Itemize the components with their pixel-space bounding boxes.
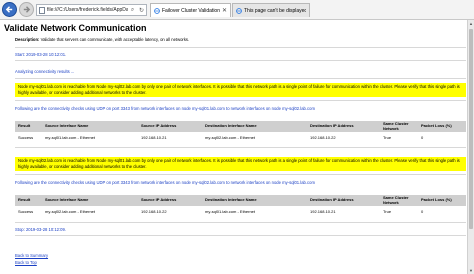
- column-header: Source IP Address: [138, 121, 202, 132]
- destination-interface-cell: my-sql01.lab.com - Ethernet: [205, 208, 256, 214]
- column-header: Result: [15, 195, 42, 206]
- source-interface-cell: my-sql01.lab.com - Ethernet: [45, 134, 96, 140]
- column-header: Packet Loss (%): [418, 121, 466, 132]
- column-header: Packet Loss (%): [418, 195, 466, 206]
- report-content: Validate Network Communication Descripti…: [2, 20, 472, 274]
- connectivity-caption-2: Following are the connectivity checks us…: [15, 180, 315, 185]
- scroll-up-icon[interactable]: ▲: [468, 20, 474, 27]
- column-header: Same Cluster Network: [380, 195, 418, 206]
- ie-icon: [154, 7, 160, 14]
- back-arrow-icon: [5, 6, 13, 13]
- back-to-summary-link[interactable]: Back to Summary: [15, 253, 48, 258]
- destination-ip-cell: 192.168.10.21: [310, 208, 336, 214]
- destination-ip-cell: 192.168.10.22: [310, 134, 336, 140]
- back-button[interactable]: [2, 2, 17, 17]
- table-header-row: Result Source Interface Name Source IP A…: [15, 121, 466, 132]
- source-interface-cell: my-sql02.lab.com - Ethernet: [45, 208, 96, 214]
- divider: [15, 147, 466, 148]
- table-row: Success my-sql01.lab.com - Ethernet 192.…: [15, 132, 466, 142]
- tab-failover-report[interactable]: Failover Cluster Validation R... ✕: [150, 3, 231, 17]
- column-header: Result: [15, 121, 42, 132]
- same-network-cell: True: [383, 134, 392, 140]
- divider: [15, 47, 466, 48]
- table-header-row: Result Source Interface Name Source IP A…: [15, 195, 466, 206]
- browser-toolbar: file:///C:/Users/frederick.fields/AppDat…: [0, 0, 474, 20]
- scrollbar-thumb[interactable]: [469, 29, 473, 229]
- same-network-cell: True: [383, 208, 392, 214]
- page-icon: [39, 6, 45, 14]
- destination-interface-cell: my-sql02.lab.com - Ethernet: [205, 134, 256, 140]
- address-bar[interactable]: file:///C:/Users/frederick.fields/AppDat…: [36, 4, 147, 16]
- divider: [15, 235, 466, 236]
- description-text: Validate that servers can communicate, w…: [39, 37, 190, 42]
- column-header: Source IP Address: [138, 195, 202, 206]
- vertical-scrollbar[interactable]: ▲ ▼: [467, 20, 474, 274]
- search-icon[interactable]: ⌕: [128, 5, 137, 15]
- column-header: Same Cluster Network: [380, 121, 418, 132]
- address-url[interactable]: file:///C:/Users/frederick.fields/AppDat…: [47, 7, 128, 13]
- packet-loss-cell: 0: [421, 134, 424, 140]
- page-title: Validate Network Communication: [4, 23, 147, 33]
- divider: [15, 78, 466, 79]
- refresh-icon[interactable]: ↻: [137, 5, 146, 15]
- connectivity-table-2: Result Source Interface Name Source IP A…: [15, 195, 466, 216]
- column-header: Destination IP Address: [307, 121, 380, 132]
- scroll-down-icon[interactable]: ▼: [468, 267, 474, 274]
- source-ip-cell: 192.168.10.22: [141, 208, 167, 214]
- description-label: Description:: [15, 37, 40, 42]
- tab-label: Failover Cluster Validation R...: [162, 7, 220, 14]
- forward-button[interactable]: [19, 2, 34, 17]
- forward-arrow-icon: [23, 6, 31, 13]
- ie-icon: [236, 7, 242, 14]
- column-header: Source Interface Name: [42, 195, 138, 206]
- result-cell: Success: [18, 208, 34, 214]
- back-to-top-link[interactable]: Back to Top: [15, 260, 37, 265]
- column-header: Destination Interface Name: [202, 121, 307, 132]
- close-icon[interactable]: ✕: [222, 7, 227, 14]
- analyzing-status: Analyzing connectivity results ...: [15, 69, 75, 74]
- start-time: Start: 2019-03-28 10:12:01.: [15, 52, 67, 57]
- column-header: Destination IP Address: [307, 195, 380, 206]
- divider: [15, 222, 466, 223]
- connectivity-caption-1: Following are the connectivity checks us…: [15, 106, 315, 111]
- divider: [15, 100, 466, 101]
- result-cell: Success: [18, 134, 34, 140]
- divider: [15, 60, 466, 61]
- warning-banner-1: Node my-sql01.lab.com is reachable from …: [15, 83, 466, 97]
- table-row: Success my-sql02.lab.com - Ethernet 192.…: [15, 206, 466, 216]
- packet-loss-cell: 0: [421, 208, 424, 214]
- column-header: Destination Interface Name: [202, 195, 307, 206]
- column-header: Source Interface Name: [42, 121, 138, 132]
- tab-label: This page can't be displayed: [244, 7, 306, 14]
- tab-error-page[interactable]: This page can't be displayed: [232, 3, 310, 17]
- warning-banner-2: Node my-sql02.lab.com is reachable from …: [15, 157, 466, 171]
- source-ip-cell: 192.168.10.21: [141, 134, 167, 140]
- divider: [15, 174, 466, 175]
- stop-time: Stop: 2019-03-28 10:12:09.: [15, 227, 66, 232]
- description: Description: Validate that servers can c…: [15, 37, 189, 42]
- connectivity-table-1: Result Source Interface Name Source IP A…: [15, 121, 466, 142]
